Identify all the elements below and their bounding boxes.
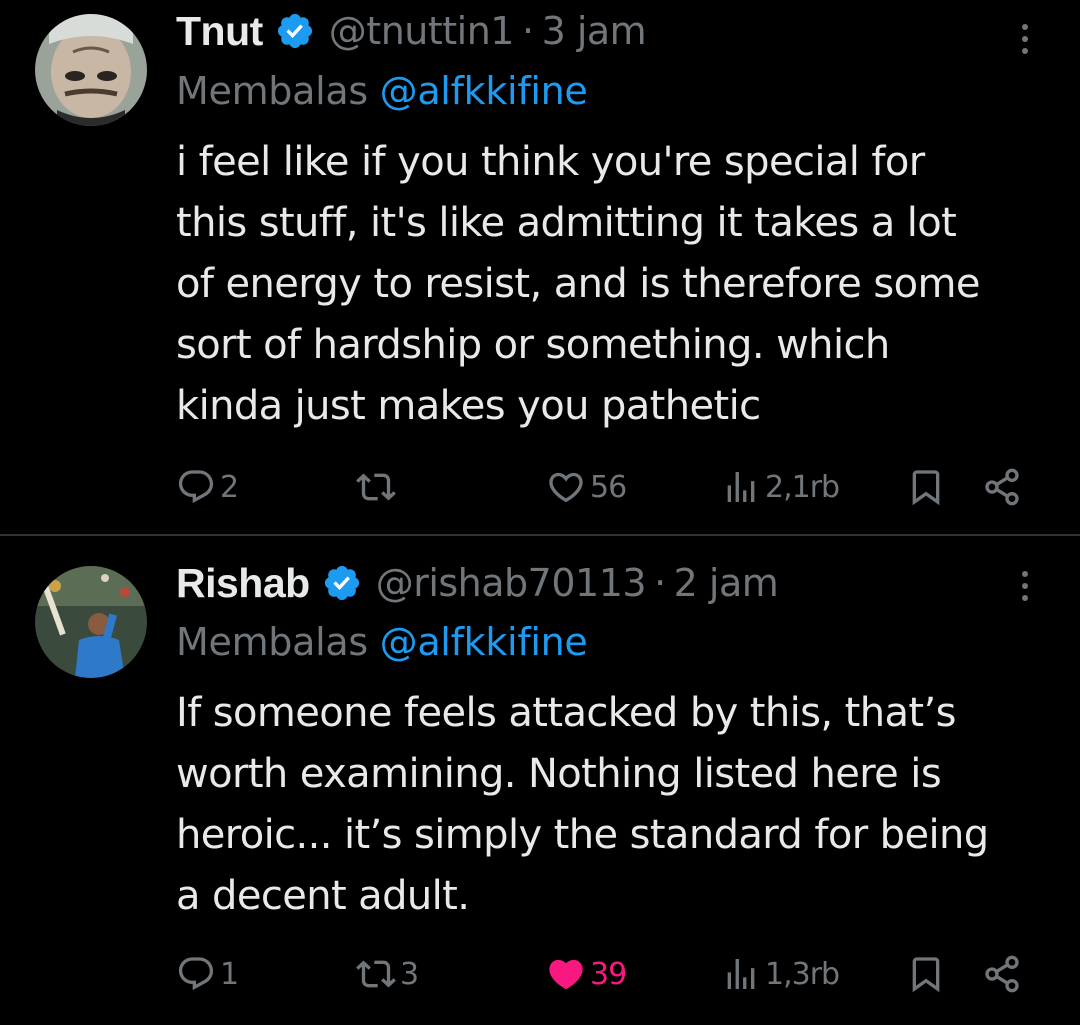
share-button[interactable] xyxy=(982,462,1022,512)
views-button[interactable]: 2,1rb xyxy=(721,462,840,512)
retweet-icon xyxy=(356,473,396,501)
reply-icon xyxy=(178,957,214,991)
reply-button[interactable]: 1 xyxy=(176,949,239,999)
bookmark-icon xyxy=(912,470,940,506)
tweet-text-line: a decent adult. xyxy=(176,873,470,919)
share-icon xyxy=(985,955,1019,993)
like-button[interactable]: 39 xyxy=(546,949,627,999)
bookmark-button[interactable] xyxy=(906,462,946,512)
retweet-icon xyxy=(356,960,396,988)
replying-to-label: Membalas xyxy=(176,69,368,113)
retweet-count: 3 xyxy=(400,956,419,992)
separator-dot: · xyxy=(654,561,666,605)
tweet-text-line: If someone feels attacked by this, that’… xyxy=(176,690,956,736)
replying-to-handle[interactable]: @alfkkifine xyxy=(380,69,588,113)
tweet-text-line: worth examining. Nothing listed here is xyxy=(176,751,942,797)
avatar[interactable] xyxy=(35,566,147,678)
username-handle[interactable]: @rishab70113 xyxy=(376,561,647,605)
bookmark-icon xyxy=(912,957,940,993)
reply-button[interactable]: 2 xyxy=(176,462,239,512)
tweet-text-line: sort of hardship or something. which xyxy=(176,322,890,368)
reply-count: 2 xyxy=(220,469,239,505)
reply-icon xyxy=(178,470,214,504)
more-icon[interactable] xyxy=(1010,14,1040,64)
like-count: 39 xyxy=(590,956,627,992)
tweet-text-line: of energy to resist, and is therefore so… xyxy=(176,261,981,307)
action-bar: 2 56 2,1rb xyxy=(176,462,1046,512)
action-bar: 1 3 39 1,3rb xyxy=(176,949,1046,999)
avatar[interactable] xyxy=(35,14,147,126)
views-icon xyxy=(727,959,755,989)
like-count: 56 xyxy=(590,469,627,505)
tweet-text: i feel like if you think you're special … xyxy=(176,132,1056,437)
reply-count: 1 xyxy=(220,956,239,992)
display-name[interactable]: Rishab xyxy=(176,560,310,607)
views-icon xyxy=(727,472,755,502)
replying-to-handle[interactable]: @alfkkifine xyxy=(380,620,588,664)
replying-to-label: Membalas xyxy=(176,620,368,664)
views-button[interactable]: 1,3rb xyxy=(721,949,840,999)
replying-to: Membalas @alfkkifine xyxy=(176,69,588,119)
tweet-text-line: i feel like if you think you're special … xyxy=(176,139,925,185)
heart-icon xyxy=(549,472,583,503)
separator-dot: · xyxy=(521,9,534,53)
avatar-image xyxy=(35,566,147,678)
username-handle[interactable]: @tnuttin1 xyxy=(329,9,515,53)
tweet-header: Rishab @rishab70113 · 2 jam xyxy=(176,558,779,608)
tweet[interactable]: Tnut @tnuttin1 · 3 jam Membalas @alfkkif… xyxy=(0,0,1080,534)
tweet-header: Tnut @tnuttin1 · 3 jam xyxy=(176,6,647,56)
verified-badge-icon xyxy=(322,563,362,603)
like-button[interactable]: 56 xyxy=(546,462,627,512)
tweet-text-line: kinda just makes you pathetic xyxy=(176,383,761,429)
share-icon xyxy=(985,468,1019,506)
retweet-button[interactable] xyxy=(356,462,400,512)
display-name[interactable]: Tnut xyxy=(176,8,263,55)
more-icon[interactable] xyxy=(1010,561,1040,611)
retweet-button[interactable]: 3 xyxy=(356,949,419,999)
tweet-text-line: heroic... it’s simply the standard for b… xyxy=(176,812,989,858)
verified-badge-icon xyxy=(275,11,315,51)
tweet[interactable]: Rishab @rishab70113 · 2 jam Membalas @al… xyxy=(0,536,1080,1025)
views-count: 2,1rb xyxy=(765,469,840,505)
tweet-text-line: this stuff, it's like admitting it takes… xyxy=(176,200,957,246)
bookmark-button[interactable] xyxy=(906,949,946,999)
avatar-image xyxy=(35,14,147,126)
timestamp[interactable]: 2 jam xyxy=(674,561,779,605)
timestamp[interactable]: 3 jam xyxy=(542,9,647,53)
views-count: 1,3rb xyxy=(765,956,840,992)
tweet-text: If someone feels attacked by this, that’… xyxy=(176,683,1056,927)
share-button[interactable] xyxy=(982,949,1022,999)
heart-filled-icon xyxy=(549,959,583,990)
replying-to: Membalas @alfkkifine xyxy=(176,620,588,670)
